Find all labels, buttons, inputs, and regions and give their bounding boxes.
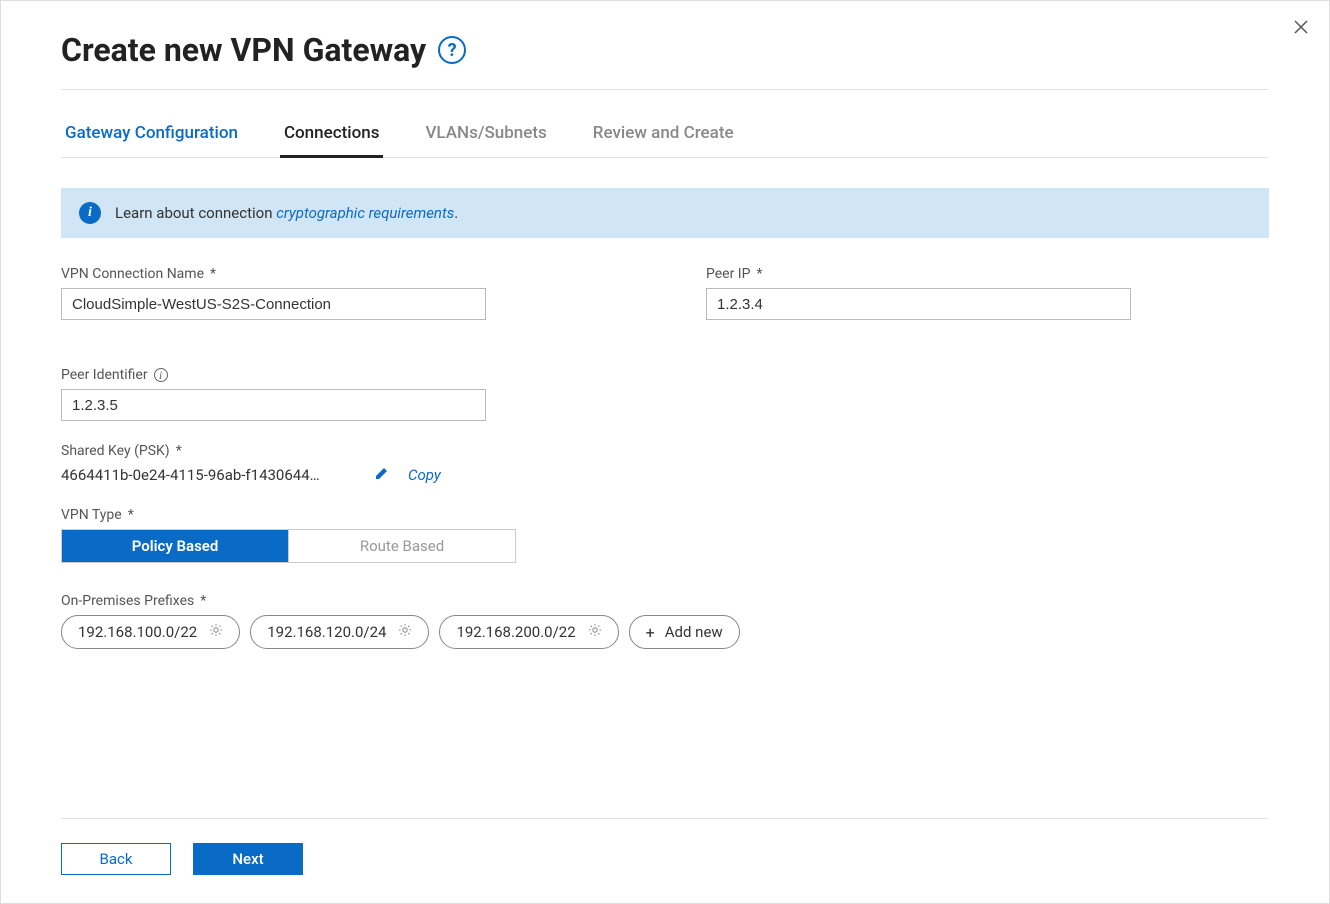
tab-review-create[interactable]: Review and Create — [589, 115, 738, 157]
vpn-connection-name-input[interactable] — [61, 288, 486, 320]
shared-key-value: 4664411b-0e24-4115-96ab-f1430644… — [61, 466, 356, 484]
help-icon[interactable]: ? — [438, 36, 466, 64]
back-button[interactable]: Back — [61, 843, 171, 875]
add-prefix-button[interactable]: + Add new — [629, 615, 740, 649]
label-text: Shared Key (PSK) — [61, 443, 170, 459]
label-text: VPN Connection Name — [61, 266, 204, 282]
tab-vlans-subnets[interactable]: VLANs/Subnets — [421, 115, 550, 157]
label-text: On-Premises Prefixes — [61, 593, 194, 609]
info-banner: i Learn about connection cryptographic r… — [61, 188, 1269, 238]
peer-identifier-label: Peer Identifier i — [61, 367, 1269, 383]
copy-link[interactable]: Copy — [408, 466, 441, 484]
required-mark: * — [128, 507, 134, 523]
gear-icon[interactable] — [398, 623, 412, 641]
tab-gateway-configuration[interactable]: Gateway Configuration — [61, 115, 242, 157]
prefix-value: 192.168.100.0/22 — [78, 623, 197, 641]
required-mark: * — [210, 266, 216, 282]
label-text: VPN Type — [61, 507, 122, 523]
page-title: Create new VPN Gateway ? — [61, 31, 1269, 90]
label-text: Peer Identifier — [61, 367, 148, 383]
tabs: Gateway Configuration Connections VLANs/… — [61, 115, 1269, 158]
footer: Back Next — [61, 818, 1269, 875]
peer-ip-input[interactable] — [706, 288, 1131, 320]
vpn-type-toggle: Policy Based Route Based — [61, 529, 516, 563]
label-text: Peer IP — [706, 266, 750, 282]
banner-link[interactable]: cryptographic requirements — [276, 204, 454, 222]
banner-text: Learn about connection cryptographic req… — [115, 204, 458, 222]
next-button[interactable]: Next — [193, 843, 303, 875]
gear-icon[interactable] — [209, 623, 223, 641]
required-mark: * — [200, 593, 206, 609]
gear-icon[interactable] — [588, 623, 602, 641]
vpn-type-policy-based[interactable]: Policy Based — [62, 530, 289, 562]
vpn-connection-name-label: VPN Connection Name * — [61, 266, 486, 282]
peer-ip-label: Peer IP * — [706, 266, 1131, 282]
edit-icon[interactable] — [374, 465, 390, 485]
info-icon: i — [79, 202, 101, 224]
prefix-pill[interactable]: 192.168.200.0/22 — [439, 615, 618, 649]
peer-identifier-input[interactable] — [61, 389, 486, 421]
add-label: Add new — [665, 623, 723, 641]
prefix-value: 192.168.200.0/22 — [456, 623, 575, 641]
banner-text-after: . — [454, 204, 458, 222]
prefixes-row: 192.168.100.0/22 192.168.120.0/24 192.16… — [61, 615, 1269, 649]
prefix-value: 192.168.120.0/24 — [267, 623, 386, 641]
banner-text-before: Learn about connection — [115, 204, 276, 222]
page-title-text: Create new VPN Gateway — [61, 31, 426, 69]
plus-icon: + — [646, 623, 655, 642]
prefix-pill[interactable]: 192.168.100.0/22 — [61, 615, 240, 649]
tab-connections[interactable]: Connections — [280, 115, 384, 157]
info-small-icon[interactable]: i — [154, 368, 168, 382]
shared-key-label: Shared Key (PSK) * — [61, 443, 1269, 459]
on-prem-prefixes-label: On-Premises Prefixes * — [61, 593, 1269, 609]
required-mark: * — [176, 443, 182, 459]
prefix-pill[interactable]: 192.168.120.0/24 — [250, 615, 429, 649]
vpn-type-label: VPN Type * — [61, 507, 1269, 523]
vpn-type-route-based[interactable]: Route Based — [289, 530, 515, 562]
required-mark: * — [756, 266, 762, 282]
